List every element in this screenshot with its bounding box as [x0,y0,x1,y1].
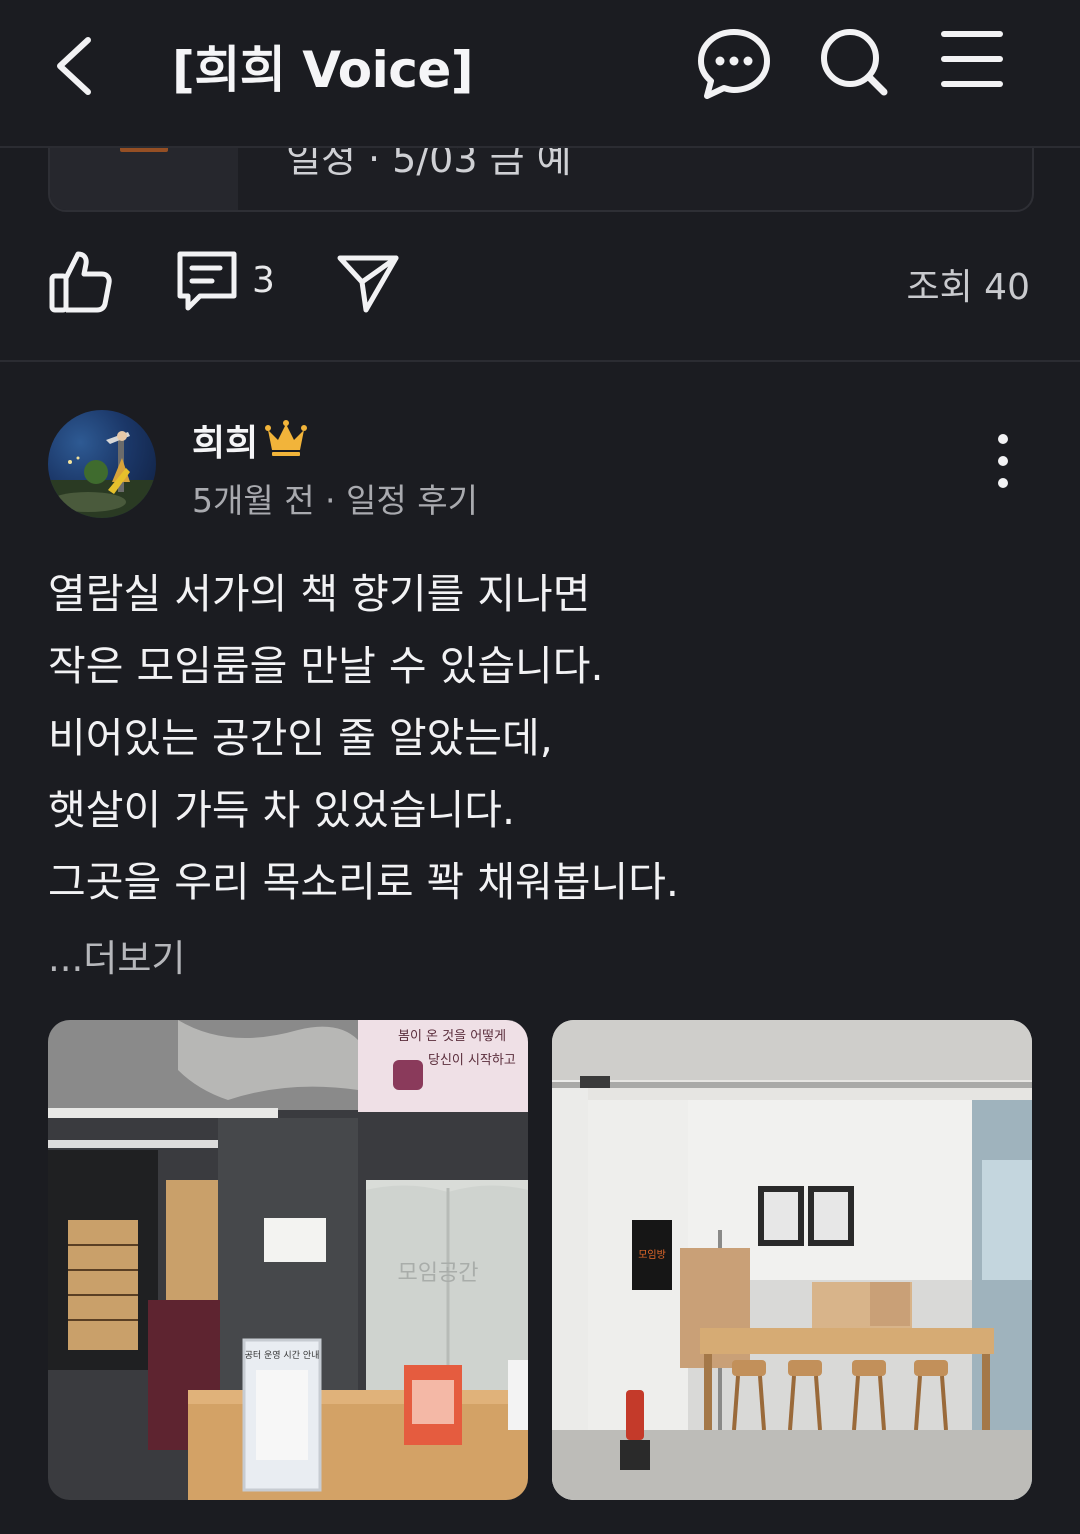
comment-icon [177,251,237,311]
post-line: 그곳을 우리 목소리로 꽉 채워봅니다. [48,858,679,906]
avatar[interactable] [48,410,156,518]
page-title: [희희 Voice] [172,41,474,99]
section-divider [0,360,1080,362]
tv-screen-text: 모임방 [638,1248,666,1261]
top-bar: [희희 Voice] [0,0,1080,148]
like-button[interactable] [46,246,116,316]
comment-button[interactable] [172,246,242,316]
post-line: 작은 모임룸을 만날 수 있습니다. [48,642,604,690]
author-name[interactable]: 희희 [192,414,258,466]
back-icon [57,37,91,95]
wall-sign-text: 봄이 온 것을 어떻게 [398,1029,506,1044]
meeting-room-photo: 모임방 [552,1020,1032,1500]
share-icon [337,255,399,313]
search-button[interactable] [814,24,894,104]
post-body: 열람실 서가의 책 향기를 지나면 작은 모임룸을 만날 수 있습니다. 비어있… [48,558,1038,918]
avatar-image [48,431,156,518]
comment-count: 3 [252,260,275,301]
desk-sign-text: 공터 운영 시간 안내 [245,1350,320,1361]
post-photo-1[interactable]: 봄이 온 것을 어떻게 당신이 시작하고 모임공간 공터 운영 시간 안내 [48,1020,528,1500]
more-options-button[interactable] [976,430,1030,492]
read-more-link[interactable]: ...더보기 [48,928,185,982]
thumbs-up-icon [49,251,112,313]
post-meta: 5개월 전 · 일정 후기 [192,481,478,520]
chat-button[interactable] [694,24,774,104]
post-line: 열람실 서가의 책 향기를 지나면 [48,570,591,618]
post-actions: 3 조회 40 [0,236,1080,326]
crown-icon [265,420,307,456]
post-line: 비어있는 공간인 줄 알았는데, [48,714,553,762]
search-icon [821,29,888,96]
wall-sign-subtext: 당신이 시작하고 [428,1053,516,1068]
menu-icon [941,31,1003,87]
library-lobby-photo: 봄이 온 것을 어떻게 당신이 시작하고 모임공간 공터 운영 시간 안내 [48,1020,528,1500]
kebab-menu-icon [998,434,1008,488]
back-button[interactable] [46,30,110,102]
curtain-text: 모임공간 [398,1261,479,1286]
menu-button[interactable] [934,24,1014,104]
post-line: 햇살이 가득 차 있었습니다. [48,786,516,834]
post-photo-2[interactable]: 모임방 [552,1020,1032,1500]
view-count: 조회 40 [906,267,1031,308]
chat-bubble-icon [698,29,770,99]
share-button[interactable] [334,246,404,316]
